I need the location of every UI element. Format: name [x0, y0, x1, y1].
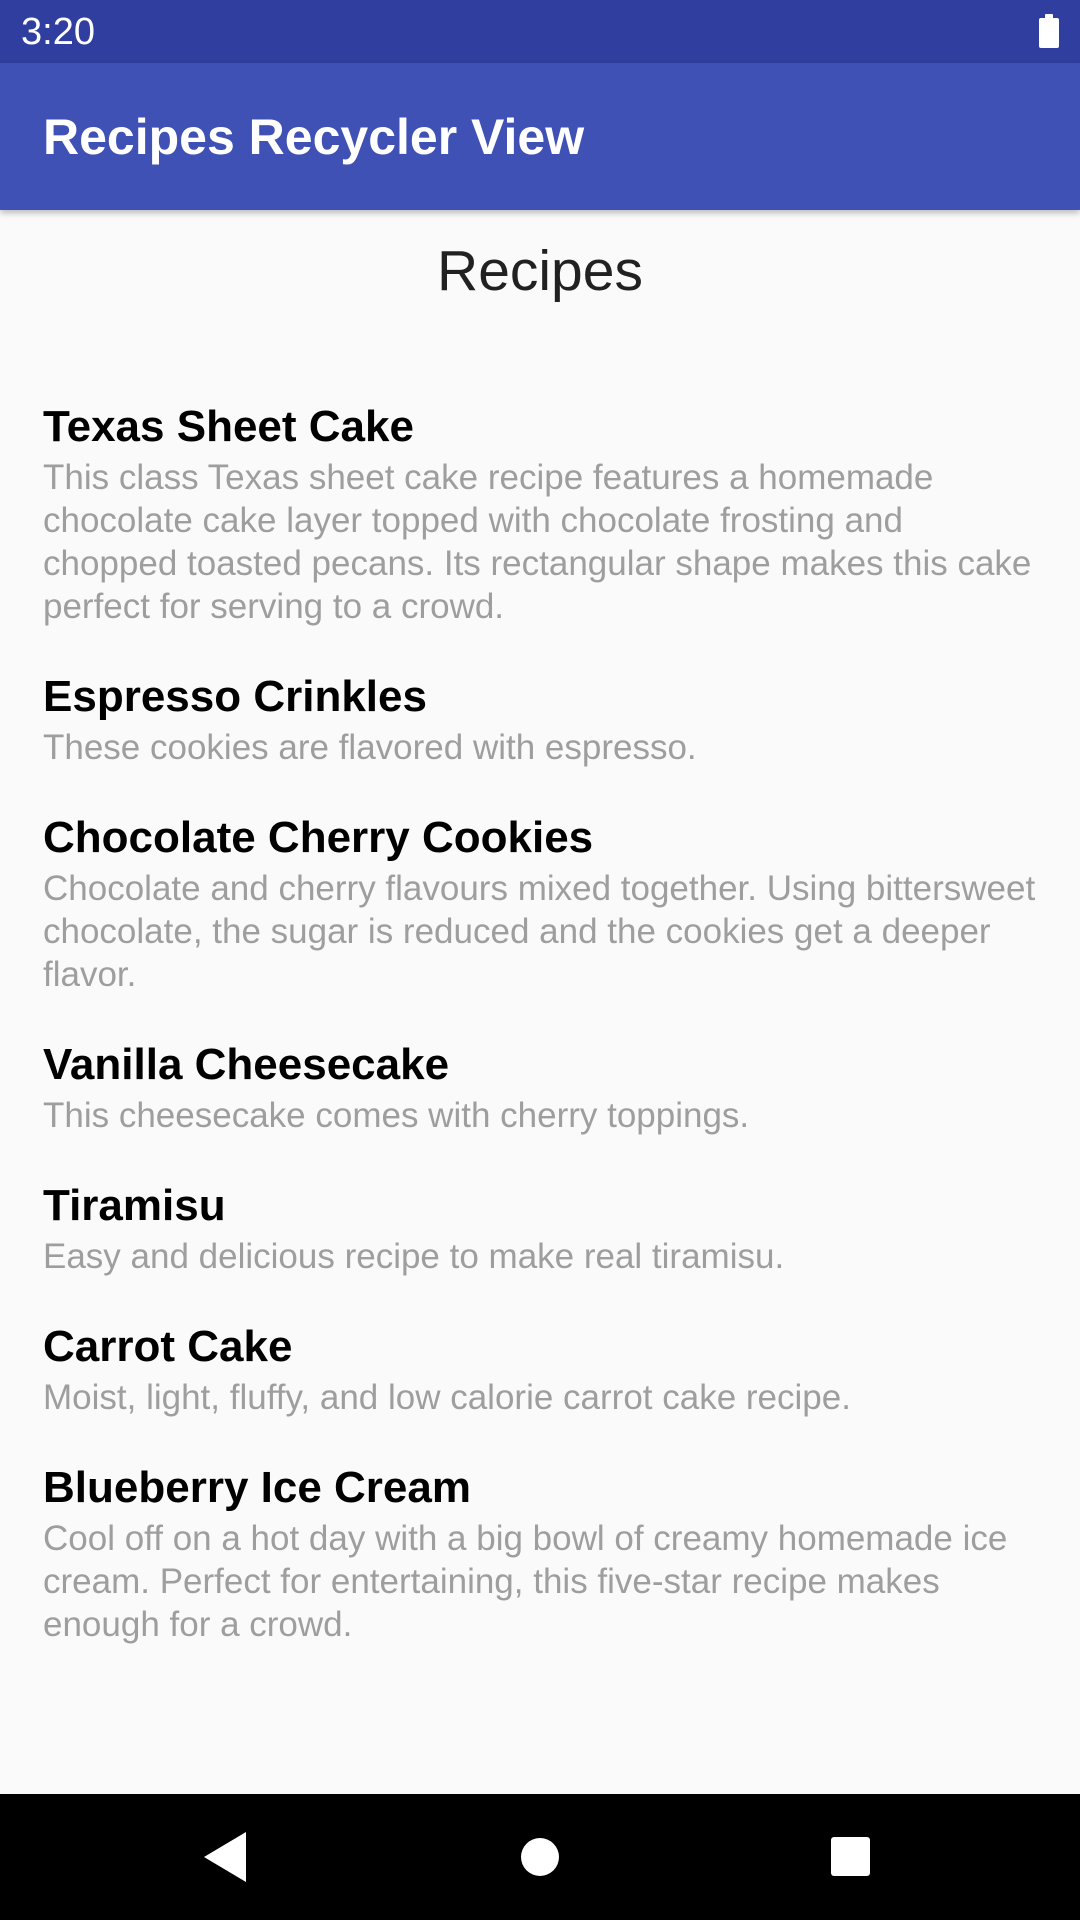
recipe-item-espresso-crinkles[interactable]: Espresso Crinkles These cookies are flav…	[43, 670, 1043, 769]
recipe-title: Vanilla Cheesecake	[43, 1040, 450, 1089]
recipe-item-tiramisu[interactable]: Tiramisu Easy and delicious recipe to ma…	[43, 1179, 1043, 1278]
back-button[interactable]	[166, 1794, 286, 1920]
app-title: Recipes Recycler View	[43, 109, 585, 165]
recipe-description: This cheesecake comes with cherry toppin…	[43, 1096, 750, 1135]
recipe-description: Cool off on a hot day with a big bowl of…	[43, 1519, 1008, 1644]
app-bar: Recipes Recycler View	[0, 63, 1080, 210]
recipe-title: Espresso Crinkles	[43, 672, 427, 721]
status-time: 3:20	[21, 11, 95, 53]
recipe-title: Tiramisu	[43, 1181, 226, 1230]
status-bar: 3:20	[0, 0, 1080, 63]
recipe-description: Moist, light, fluffy, and low calorie ca…	[43, 1378, 851, 1417]
back-triangle-icon	[204, 1832, 246, 1882]
recents-square-icon	[831, 1837, 870, 1876]
recipe-title: Blueberry Ice Cream	[43, 1463, 471, 1512]
recipe-title: Texas Sheet Cake	[43, 402, 414, 451]
home-circle-icon	[521, 1838, 559, 1876]
recipe-item-vanilla-cheesecake[interactable]: Vanilla Cheesecake This cheesecake comes…	[43, 1038, 1043, 1137]
recipe-item-texas-sheet-cake[interactable]: Texas Sheet Cake This class Texas sheet …	[43, 400, 1043, 628]
navigation-bar	[0, 1794, 1080, 1920]
recipe-title: Carrot Cake	[43, 1322, 293, 1371]
recipe-description: Chocolate and cherry flavours mixed toge…	[43, 869, 1036, 994]
battery-icon	[1039, 14, 1059, 48]
recipe-item-blueberry-ice-cream[interactable]: Blueberry Ice Cream Cool off on a hot da…	[43, 1461, 1043, 1646]
recipe-description: Easy and delicious recipe to make real t…	[43, 1237, 785, 1276]
recipe-item-chocolate-cherry-cookies[interactable]: Chocolate Cherry Cookies Chocolate and c…	[43, 811, 1043, 996]
recents-button[interactable]	[791, 1794, 911, 1920]
recipe-list[interactable]: Texas Sheet Cake This class Texas sheet …	[43, 400, 1043, 1688]
recipe-list-screen[interactable]: Recipes Texas Sheet Cake This class Texa…	[0, 210, 1080, 1794]
recipe-description: This class Texas sheet cake recipe featu…	[43, 458, 1032, 626]
home-button[interactable]	[480, 1794, 600, 1920]
recipe-item-carrot-cake[interactable]: Carrot Cake Moist, light, fluffy, and lo…	[43, 1320, 1043, 1419]
recipe-title: Chocolate Cherry Cookies	[43, 813, 594, 862]
recipe-description: These cookies are flavored with espresso…	[43, 728, 697, 767]
page-heading: Recipes	[437, 239, 643, 303]
